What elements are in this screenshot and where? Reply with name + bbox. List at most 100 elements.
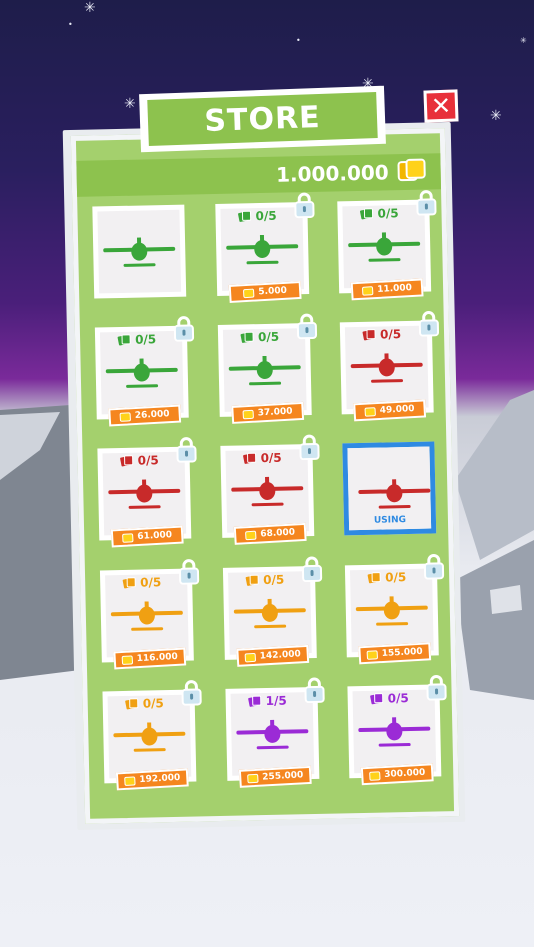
coin-icon [121, 654, 134, 665]
card-count: 0/5 [242, 451, 282, 466]
airplane-icon [344, 226, 425, 268]
price-button[interactable]: 49.000 [353, 399, 427, 422]
store-item[interactable] [92, 204, 187, 299]
cards-icon [240, 331, 254, 343]
airplane-icon [351, 590, 432, 632]
price-button[interactable]: 155.000 [358, 642, 432, 665]
coin-icon [364, 406, 377, 417]
store-item[interactable]: 0/5 192.000 [102, 680, 202, 791]
lock-icon [423, 553, 446, 580]
store-title: STORE [203, 99, 322, 139]
airplane-icon [354, 472, 435, 514]
cards-icon [370, 693, 384, 705]
card-count-text: 0/5 [137, 453, 159, 468]
lock-icon [415, 189, 438, 216]
price-text: 49.000 [379, 403, 415, 416]
store-item[interactable]: 0/5 142.000 [222, 556, 323, 667]
coin-icon [119, 411, 132, 422]
store-item[interactable]: 0/5 37.000 [217, 313, 318, 424]
store-item[interactable]: 0/5 11.000 [337, 190, 437, 301]
coin-balance: 1.000.000 [275, 160, 389, 187]
card-count: 0/5 [125, 696, 164, 711]
airplane-icon [109, 716, 190, 758]
store-panel: 1.000.000 0/5 5.000 0/5 11.000 0/5 26.00… [70, 128, 460, 824]
coin-icon [124, 775, 136, 786]
card-count-text: 0/5 [142, 696, 164, 711]
airplane-icon [346, 347, 427, 389]
price-text: 61.000 [137, 530, 173, 543]
price-text: 142.000 [259, 649, 302, 662]
close-button[interactable]: ✕ [423, 89, 459, 123]
card-count-text: 0/5 [379, 327, 402, 342]
card-count-text: 0/5 [385, 570, 407, 585]
lock-icon [303, 677, 326, 704]
lock-icon [425, 674, 448, 701]
price-text: 155.000 [381, 646, 423, 660]
airplane-icon [229, 592, 310, 634]
card-count: 0/5 [245, 573, 284, 588]
store-item[interactable]: USING [342, 441, 437, 536]
cards-icon [362, 329, 376, 341]
snowflake-icon: • [68, 20, 73, 29]
card-count: 0/5 [240, 330, 279, 345]
card-count: 0/5 [359, 206, 399, 221]
card-count: 0/5 [370, 691, 409, 706]
price-button[interactable]: 300.000 [360, 763, 434, 786]
card-count: 0/5 [122, 575, 161, 590]
store-title-inner: STORE [147, 92, 378, 146]
store-item[interactable]: 0/5 300.000 [347, 675, 447, 786]
coin-icon [244, 652, 257, 662]
card-count: 0/5 [237, 209, 277, 224]
card-count: 0/5 [367, 570, 406, 585]
card-count-text: 0/5 [263, 572, 285, 588]
store-item[interactable]: 0/5 116.000 [99, 559, 200, 670]
card-count-text: 0/5 [134, 332, 157, 347]
cards-icon [367, 572, 381, 584]
price-button[interactable]: 37.000 [231, 401, 305, 424]
price-text: 192.000 [139, 772, 181, 786]
cards-icon [245, 574, 259, 586]
store-item[interactable]: 0/5 5.000 [215, 192, 315, 303]
price-button[interactable]: 11.000 [350, 278, 424, 301]
card-count: 0/5 [120, 453, 159, 468]
price-button[interactable]: 61.000 [110, 525, 184, 548]
price-button[interactable]: 5.000 [228, 280, 302, 303]
airplane-icon [101, 352, 182, 394]
snowflake-icon: ✳ [490, 108, 502, 124]
coin-icon [362, 285, 374, 296]
cards-icon [243, 452, 257, 464]
card-count-text: 0/5 [140, 575, 162, 590]
price-button[interactable]: 142.000 [236, 644, 310, 667]
price-button[interactable]: 192.000 [115, 768, 189, 791]
price-button[interactable]: 26.000 [108, 404, 182, 427]
price-text: 116.000 [136, 651, 179, 665]
cards-icon [117, 334, 131, 346]
cards-icon [248, 695, 262, 707]
card-count-text: 0/5 [387, 691, 409, 706]
coin-icon [366, 649, 379, 660]
card-count-text: 0/5 [257, 329, 280, 345]
store-item[interactable]: 0/5 155.000 [344, 554, 445, 665]
store-item[interactable]: 0/5 68.000 [220, 434, 320, 545]
using-label: USING [373, 515, 407, 526]
price-button[interactable]: 116.000 [113, 647, 187, 670]
store-item[interactable]: 0/5 26.000 [94, 316, 195, 427]
coin-icon [122, 532, 134, 543]
store-title-banner: STORE [139, 85, 386, 153]
coin-icon [247, 773, 259, 783]
cards-icon [120, 455, 134, 467]
store-item[interactable]: 0/5 49.000 [339, 311, 440, 422]
coin-icon [245, 530, 257, 540]
coin-stack-icon [397, 158, 426, 182]
store-item[interactable]: 0/5 61.000 [97, 437, 197, 548]
lock-icon [418, 310, 441, 337]
cards-icon [359, 208, 374, 220]
airplane-icon [104, 473, 185, 515]
card-count: 0/5 [362, 327, 401, 342]
price-text: 255.000 [262, 770, 304, 783]
store-item[interactable]: 1/5 255.000 [225, 677, 325, 788]
price-button[interactable]: 255.000 [238, 765, 312, 788]
price-button[interactable]: 68.000 [233, 522, 307, 545]
lock-icon [173, 315, 196, 342]
lock-icon [298, 434, 321, 461]
